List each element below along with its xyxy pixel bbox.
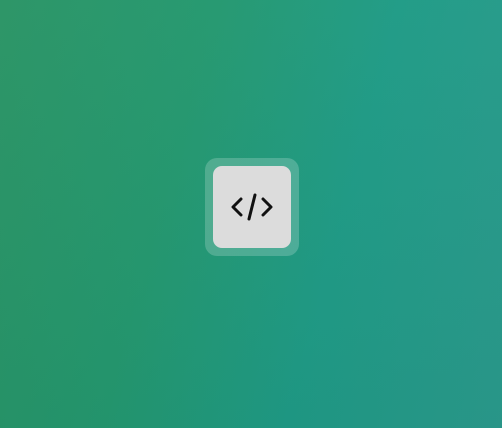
code-app-icon[interactable] [213, 166, 291, 248]
code-brackets-icon [231, 193, 273, 221]
code-app-shortcut[interactable] [205, 158, 299, 256]
